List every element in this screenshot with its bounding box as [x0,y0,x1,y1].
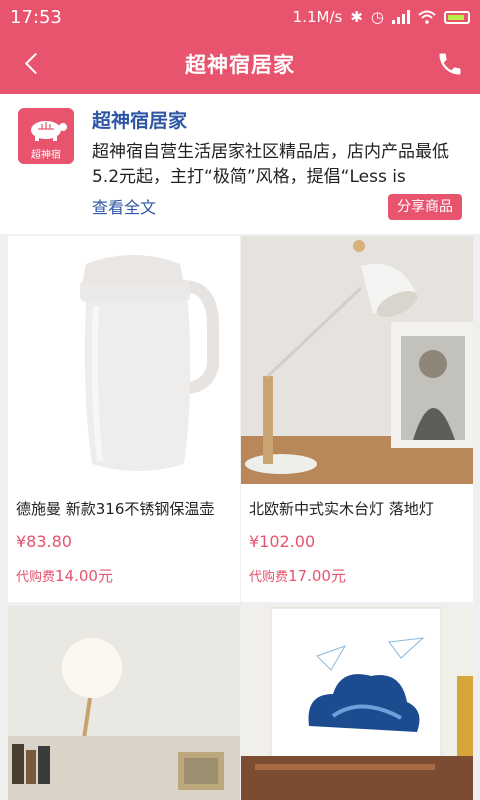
turtle-icon [31,121,67,141]
fee-label: 代购费 [16,570,56,585]
product-name: 德施曼 新款316不锈钢保温壶 [16,500,215,518]
product-image-wall-art [241,606,473,800]
net-speed: 1.1M/s [292,8,343,26]
product-name: 北欧新中式实木台灯 落地灯 [249,500,434,518]
bluetooth-icon: ✱ [350,8,363,26]
shop-logo-text: 超神宿 [31,150,61,161]
status-time: 17:53 [10,6,62,28]
purchase-fee: 代购费17.00元 [249,565,346,586]
alarm-icon: ◷ [370,8,384,26]
page-title: 超神宿居家 [185,53,295,77]
fee-value: 17.00元 [288,567,346,585]
nav-bar: 超神宿居家 [0,34,480,94]
shop-name: 超神宿居家 [92,110,188,132]
status-icons: 1.1M/s ✱ ◷ [293,8,470,26]
product-card[interactable]: 北欧新中式实木台灯 落地灯 ¥102.00 代购费17.00元 [241,236,473,602]
product-image-floor-lamp [8,606,240,800]
signal-icon [392,10,410,24]
product-card[interactable] [241,606,473,800]
back-icon[interactable] [18,48,50,80]
read-more-link[interactable]: 查看全文 [92,194,156,218]
fee-label: 代购费 [249,570,289,585]
shop-logo: 超神宿 [18,108,74,164]
share-products-button[interactable]: 分享商品 [388,194,462,220]
product-image-desk-lamp [241,236,473,484]
status-bar: 17:53 1.1M/s ✱ ◷ [0,0,480,34]
shop-info: 超神宿 超神宿居家 超神宿自营生活居家社区精品店，店内产品最低5.2元起，主打“… [0,94,480,234]
product-card[interactable] [8,606,240,800]
battery-icon [444,10,470,24]
product-price: ¥102.00 [249,532,316,551]
product-image-thermos [8,236,240,484]
product-card[interactable]: 德施曼 新款316不锈钢保温壶 ¥83.80 代购费14.00元 [8,236,240,602]
purchase-fee: 代购费14.00元 [16,565,113,586]
fee-value: 14.00元 [55,567,113,585]
wifi-icon [418,10,436,24]
phone-icon[interactable] [434,48,466,80]
product-price: ¥83.80 [16,532,72,551]
shop-description: 超神宿自营生活居家社区精品店，店内产品最低5.2元起，主打“极简”风格，提倡“L… [92,142,449,187]
